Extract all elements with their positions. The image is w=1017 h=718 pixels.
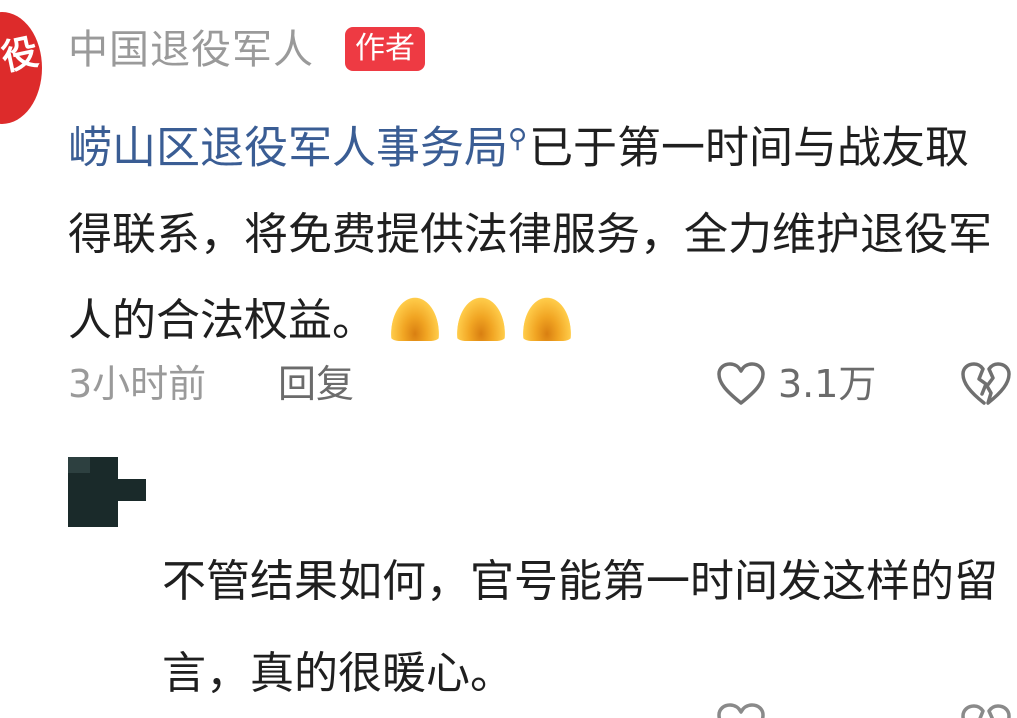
heart-icon[interactable] [716,361,766,407]
author-name[interactable]: 中国退役军人 [68,24,314,76]
reply-button[interactable]: 回复 [278,360,354,408]
pray-emoji-icon [388,292,442,341]
mention-link[interactable]: 崂山区退役军人事务局 [68,123,508,174]
like-count: 3.1万 [778,362,877,406]
avatar-text: 役 [0,31,42,80]
broken-heart-icon[interactable] [960,360,1012,408]
author-avatar[interactable]: 役 [0,12,42,124]
author-badge: 作者 [345,27,425,71]
pray-emoji-icon [520,292,574,341]
reply-text: 不管结果如何，官号能第一时间发这样的留言，真的很暖心。 [162,556,998,699]
comment-time: 3小时前 [68,362,207,406]
pray-emoji-icon [454,292,508,341]
comment-text: 崂山区退役军人事务局⚲已于第一时间与战友取得联系，将免费提供法律服务，全力维护退… [68,96,1008,364]
broken-heart-icon[interactable] [960,702,1012,718]
reply-avatar[interactable] [68,457,146,527]
heart-icon[interactable] [716,702,766,718]
search-icon[interactable]: ⚲ [508,124,527,154]
comment-thread: 役 中国退役军人 作者 崂山区退役军人事务局⚲已于第一时间与战友取得联系，将免费… [0,0,1017,718]
